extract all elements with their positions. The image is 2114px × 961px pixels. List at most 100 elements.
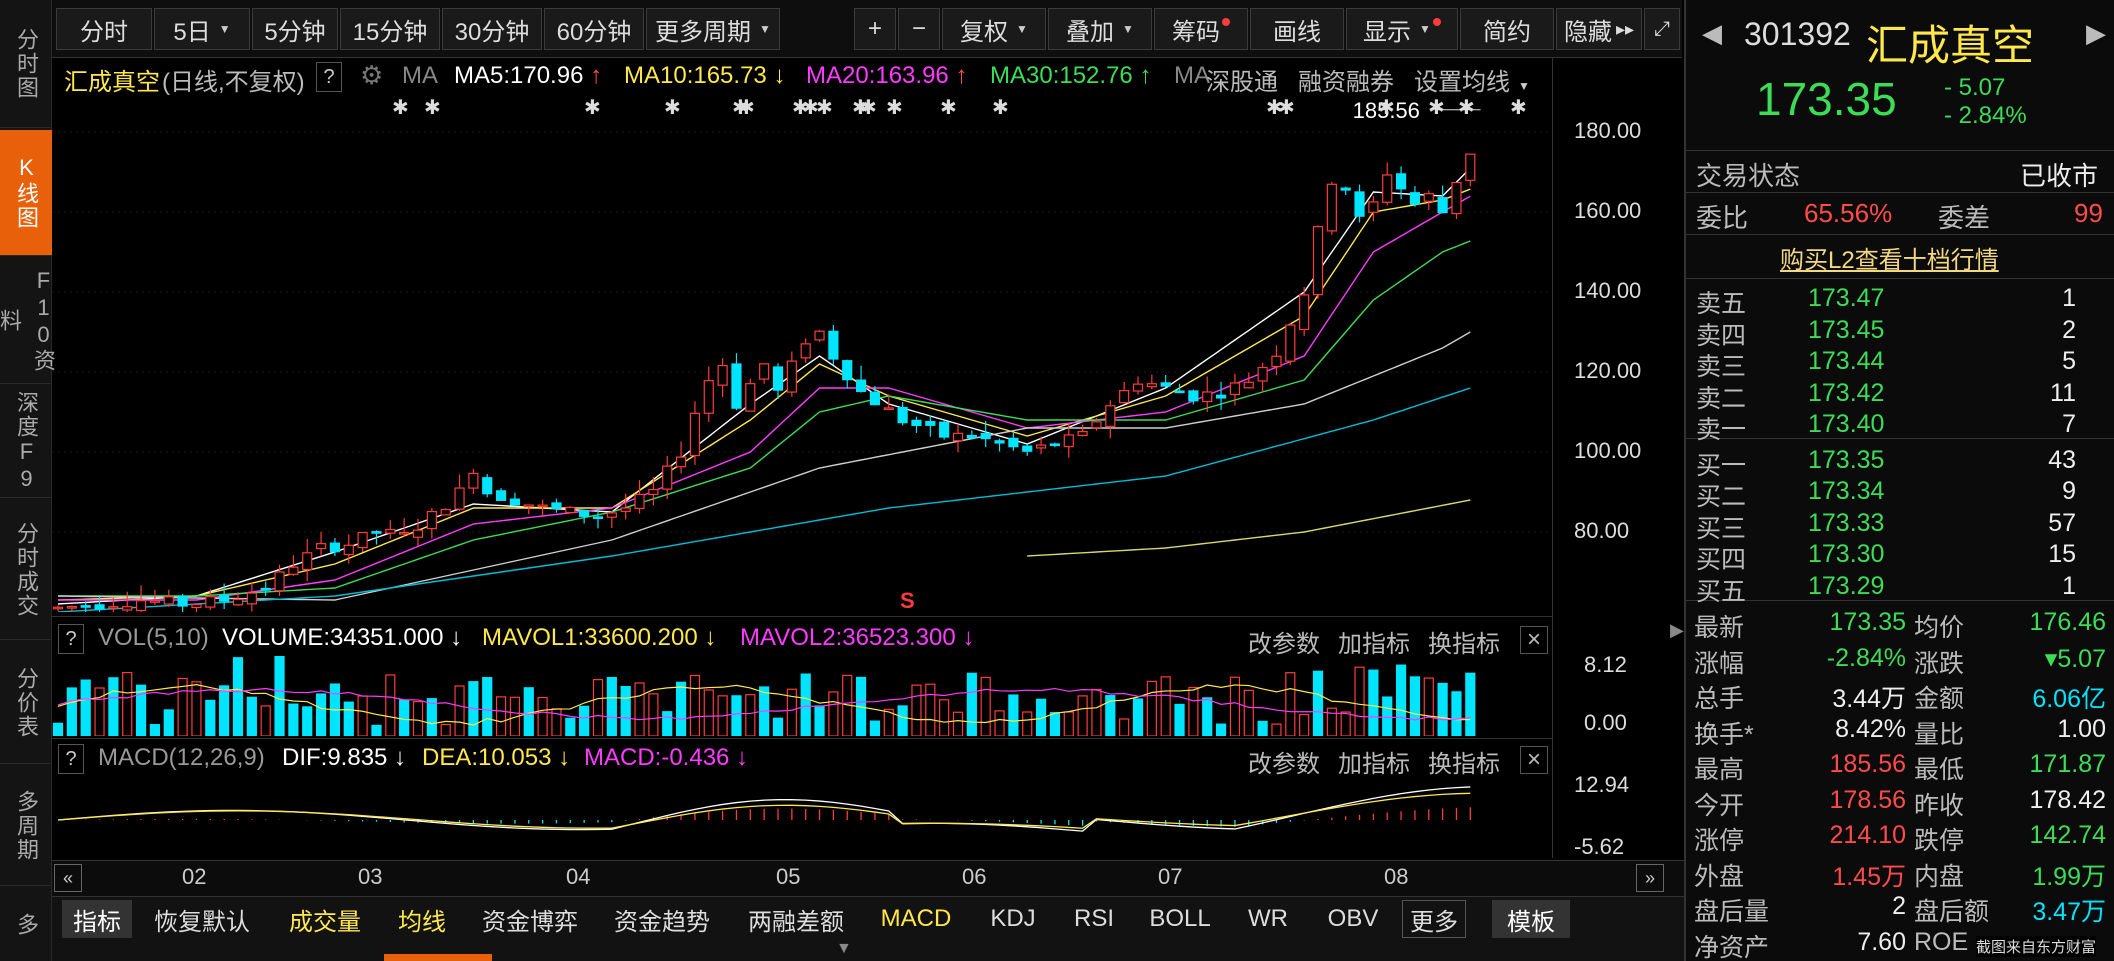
tab-wr[interactable]: WR bbox=[1236, 900, 1300, 938]
stat-label: 盘后额 bbox=[1914, 898, 1990, 926]
zoom-in-button[interactable]: + bbox=[854, 8, 896, 50]
tab-template[interactable]: 模板 bbox=[1492, 900, 1570, 938]
vol-add-indicator-button[interactable]: 加指标 bbox=[1338, 624, 1410, 659]
sidebar-item-depth[interactable]: 深度F9 bbox=[0, 386, 52, 498]
orderbook-price[interactable]: 173.33 bbox=[1808, 509, 1884, 538]
buy-l2-link[interactable]: 购买L2查看十档行情 bbox=[1780, 240, 1999, 275]
sidebar-item-multi-period[interactable]: 多周期 bbox=[0, 766, 52, 886]
candle-body bbox=[717, 364, 728, 386]
hide-button[interactable]: 隐藏 ▸▸ bbox=[1556, 8, 1642, 50]
simple-mode-button[interactable]: 简约 bbox=[1460, 8, 1554, 50]
macd-close-button[interactable]: × bbox=[1520, 746, 1548, 774]
volume-bar bbox=[939, 699, 950, 736]
tab-capital-trend[interactable]: 资金趋势 bbox=[606, 900, 718, 938]
period-30min-button[interactable]: 30分钟 bbox=[442, 8, 542, 50]
macd-chart[interactable] bbox=[52, 772, 1552, 858]
sidebar-item-more[interactable]: 多 bbox=[0, 888, 52, 961]
orderbook-price[interactable]: 173.34 bbox=[1808, 477, 1884, 506]
fullscreen-button[interactable]: ⤢ bbox=[1644, 8, 1680, 50]
candle-body bbox=[994, 440, 1005, 444]
tab-reset-default[interactable]: 恢复默认 bbox=[146, 900, 258, 938]
candle-body bbox=[482, 477, 493, 495]
gear-icon[interactable]: ⚙ bbox=[360, 60, 383, 91]
volume-bar bbox=[966, 672, 977, 736]
chevron-down-icon: ▼ bbox=[1518, 79, 1530, 93]
candle-body bbox=[426, 510, 437, 530]
volume-bar bbox=[315, 693, 327, 736]
candle-body bbox=[703, 380, 714, 414]
scroll-right-button[interactable]: » bbox=[1636, 864, 1664, 892]
candle-body bbox=[1049, 443, 1061, 447]
collapse-icon[interactable]: ▼ bbox=[836, 940, 852, 958]
orderbook-price[interactable]: 173.30 bbox=[1808, 540, 1884, 569]
tab-ma[interactable]: 均线 bbox=[390, 900, 454, 938]
period-15min-button[interactable]: 15分钟 bbox=[340, 8, 440, 50]
period-5day-button[interactable]: 5日 ▼ bbox=[154, 8, 250, 50]
tab-margin-diff[interactable]: 两融差额 bbox=[740, 900, 852, 938]
event-marker-icon: ✱ bbox=[886, 95, 903, 119]
macd-help-button[interactable]: ? bbox=[58, 744, 84, 774]
overlay-button[interactable]: 叠加 ▼ bbox=[1048, 8, 1152, 50]
chevron-down-icon: ▼ bbox=[759, 22, 771, 36]
candle-body bbox=[800, 343, 811, 359]
sidebar-item-trades[interactable]: 分时成交 bbox=[0, 500, 52, 640]
volume-bar bbox=[1146, 680, 1157, 736]
volume-bar bbox=[675, 681, 687, 736]
ma5-line bbox=[57, 167, 1471, 605]
chips-button[interactable]: 筹码 bbox=[1154, 8, 1248, 50]
arrow-up-icon: ↑ bbox=[955, 62, 968, 89]
vol-help-button[interactable]: ? bbox=[58, 624, 84, 654]
sidebar-item-timeshare[interactable]: 分时图 bbox=[0, 0, 52, 128]
kline-chart[interactable]: 185.5657.99S✱✱✱✱✱✱✱✱✱✱✱✱✱✱✱✱✱✱✱✱ bbox=[52, 92, 1552, 612]
orderbook-price[interactable]: 173.29 bbox=[1808, 572, 1884, 601]
period-60min-button[interactable]: 60分钟 bbox=[544, 8, 644, 50]
tab-rsi[interactable]: RSI bbox=[1062, 900, 1126, 938]
orderbook-price[interactable]: 173.42 bbox=[1808, 379, 1884, 408]
adjust-right-button[interactable]: 复权 ▼ bbox=[942, 8, 1046, 50]
stat-value: 185.56 bbox=[1829, 750, 1906, 778]
sidebar-item-f10[interactable]: F10资料 bbox=[0, 258, 56, 384]
tab-boll[interactable]: BOLL bbox=[1140, 900, 1220, 938]
prev-stock-icon[interactable]: ◀ bbox=[1702, 18, 1722, 49]
period-timeshare-button[interactable]: 分时 bbox=[56, 8, 152, 50]
zoom-out-button[interactable]: − bbox=[898, 8, 940, 50]
tab-indicator[interactable]: 指标 bbox=[62, 900, 132, 938]
scroll-left-button[interactable]: « bbox=[54, 864, 82, 892]
volume-chart[interactable] bbox=[52, 656, 1552, 736]
tab-obv[interactable]: OBV bbox=[1318, 900, 1388, 938]
vol-close-button[interactable]: × bbox=[1520, 626, 1548, 654]
orderbook-price[interactable]: 173.44 bbox=[1808, 347, 1884, 376]
sidebar-item-price-table[interactable]: 分价表 bbox=[0, 642, 52, 764]
orderbook-price[interactable]: 173.47 bbox=[1808, 284, 1884, 313]
volume-bar bbox=[482, 677, 493, 736]
stat-label: 最高 bbox=[1694, 756, 1745, 784]
tab-kdj[interactable]: KDJ bbox=[978, 900, 1048, 938]
period-5min-button[interactable]: 5分钟 bbox=[252, 8, 338, 50]
volume-bar bbox=[495, 696, 507, 736]
display-button[interactable]: 显示 ▼ bbox=[1346, 8, 1458, 50]
orderbook-volume: 7 bbox=[2062, 410, 2076, 438]
vol-switch-indicator-button[interactable]: 换指标 bbox=[1428, 624, 1500, 659]
tab-volume[interactable]: 成交量 bbox=[280, 900, 370, 938]
orderbook-price[interactable]: 173.40 bbox=[1808, 410, 1884, 439]
next-stock-icon[interactable]: ▶ bbox=[2086, 18, 2106, 49]
draw-line-button[interactable]: 画线 bbox=[1250, 8, 1344, 50]
candle-body bbox=[1008, 437, 1019, 448]
orderbook-price[interactable]: 173.35 bbox=[1808, 446, 1884, 475]
sidebar-item-kline[interactable]: K线图 bbox=[0, 130, 52, 256]
candle-body bbox=[260, 587, 271, 591]
help-button[interactable]: ? bbox=[316, 62, 342, 92]
volume-bar bbox=[952, 711, 964, 736]
vol-change-param-button[interactable]: 改参数 bbox=[1248, 624, 1320, 659]
volume-bar bbox=[606, 676, 617, 736]
more-periods-button[interactable]: 更多周期 ▼ bbox=[646, 8, 780, 50]
orderbook-level-label: 买五 bbox=[1696, 577, 1747, 606]
tab-macd[interactable]: MACD bbox=[874, 900, 958, 938]
volume-bar bbox=[1257, 720, 1268, 736]
orderbook-price[interactable]: 173.45 bbox=[1808, 316, 1884, 345]
expand-panel-icon[interactable]: ▶ bbox=[1670, 620, 1684, 641]
candle-body bbox=[1368, 201, 1379, 213]
quote-header: ◀ 301392 汇成真空 ▶ bbox=[1686, 12, 2114, 69]
tab-more[interactable]: 更多 bbox=[1402, 900, 1466, 938]
tab-capital-game[interactable]: 资金博弈 bbox=[474, 900, 586, 938]
